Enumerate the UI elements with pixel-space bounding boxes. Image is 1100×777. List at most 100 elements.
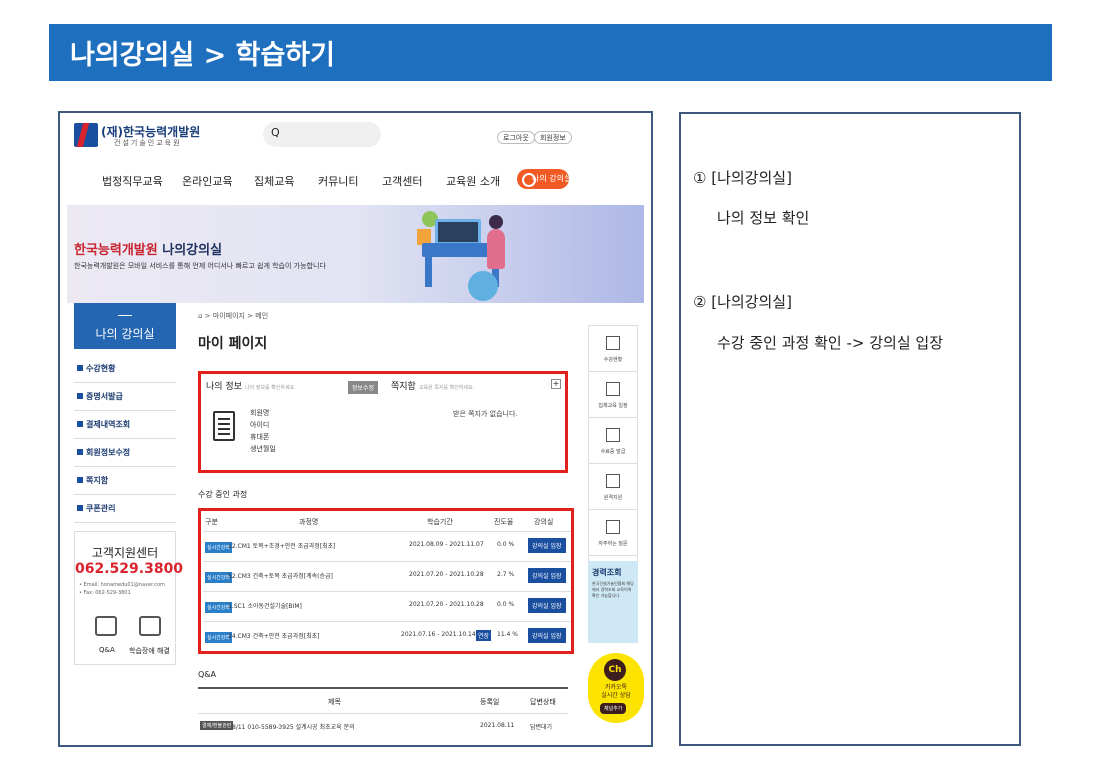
course-period: 2021.07.20 - 2021.10.28 — [409, 571, 484, 578]
my-classroom-button[interactable]: 나의 강의실 — [517, 169, 571, 189]
support-phone: 062.529.3800 — [75, 561, 184, 577]
courses-section-title: 수강 중인 과정 — [198, 490, 248, 499]
course-period: 2021.07.16 - 2021.10.14 — [401, 631, 476, 638]
qa-table-header: 제목 등록일 답변상태 — [198, 687, 568, 706]
chair-illustration — [468, 271, 498, 301]
enter-classroom-button[interactable]: 강의실 입장 — [528, 538, 566, 553]
sidebar-item-member-edit[interactable]: 회원정보수정 — [74, 439, 176, 467]
info-row-name: 회원명 — [250, 409, 270, 417]
course-progress: 2.7 % — [497, 571, 515, 578]
qa-col-status: 답변상태 — [530, 698, 556, 706]
promo-text: 한국건설기술인협회 해당에서 경력조회 교육이력 확인 가능합니다. — [592, 581, 634, 598]
messages-more-button[interactable]: + — [551, 379, 561, 389]
person-illustration — [487, 229, 505, 269]
info-row-birth: 생년월일 — [250, 445, 276, 453]
info-row-phone: 휴대폰 — [250, 433, 270, 441]
qa-link[interactable]: Q&A — [99, 646, 115, 654]
document-icon — [213, 411, 235, 441]
kakao-channel-icon: Ch — [604, 659, 626, 681]
col-course: 과정명 — [299, 518, 319, 526]
support-email: • Email: honamedu01@naver.com — [79, 582, 165, 588]
qa-date: 2021.08.11 — [480, 722, 515, 729]
hero-subtitle: 한국능력개발원은 모바일 서비스를 통해 언제 어디서나 빠르고 쉽게 학습이 … — [74, 262, 326, 270]
quick-faq[interactable]: 자주하는 질문 — [589, 510, 637, 556]
col-progress: 진도율 — [494, 518, 514, 526]
enter-classroom-button[interactable]: 강의실 입장 — [528, 598, 566, 613]
menu-legal-training[interactable]: 법정직무교육 — [102, 173, 163, 189]
col-period: 학습기간 — [427, 518, 453, 526]
kakao-chat-button[interactable]: Ch 카카오톡 실시간 상담 채널추가 — [588, 653, 644, 723]
qa-subject[interactable]: 8/11 010-5589-3925 설계시공 최초교육 문의 — [232, 722, 355, 731]
building-icon — [606, 474, 620, 488]
quick-schedule[interactable]: 집체교육 일정 — [589, 372, 637, 418]
logout-button[interactable]: 로그아웃 — [497, 131, 535, 144]
note-2-detail: 수강 중인 과정 확인 -> 강의실 입장 — [717, 334, 943, 352]
menu-customer-center[interactable]: 고객센터 — [382, 173, 422, 189]
course-name[interactable]: 52.CM3 건축+토목 초급과정[계속(승급] — [228, 571, 333, 580]
logo-subtitle: 건설기술인교육원 — [114, 139, 182, 147]
course-name[interactable]: 1.SC1 소아동건설기술[BIM] — [228, 601, 302, 610]
sidebar-item-payment[interactable]: 결제내역조회 — [74, 411, 176, 439]
extend-badge[interactable]: 연장 — [476, 630, 492, 641]
list-icon — [606, 336, 620, 350]
qa-col-subject: 제목 — [328, 698, 341, 706]
menu-online-education[interactable]: 온라인교육 — [182, 173, 233, 189]
quick-certificate[interactable]: 수료증 발급 — [589, 418, 637, 464]
quick-remote[interactable]: 원격지원 — [589, 464, 637, 510]
menu-about[interactable]: 교육원 소개 — [446, 173, 500, 189]
note-1-detail: 나의 정보 확인 — [717, 209, 810, 227]
quick-enrollment[interactable]: 수강현황 — [589, 326, 637, 372]
page-title: 마이 페이지 — [198, 336, 268, 352]
remote-support-icon[interactable] — [139, 616, 161, 636]
course-row: 실시간강좌 52.CM3 건축+토목 초급과정[계속(승급] 2021.07.2… — [203, 561, 571, 591]
sidebar-item-certificate[interactable]: 증명서발급 — [74, 383, 176, 411]
hero-banner: 한국능력개발원 나의강의실 한국능력개발원은 모바일 서비스를 통해 언제 어디… — [67, 205, 644, 303]
kakao-text: 카카오톡 실시간 상담 — [601, 684, 631, 699]
courses-panel: 구분 과정명 학습기간 진도율 강의실 실시간강좌 12.CM1 토목+조경+안… — [198, 508, 574, 654]
printer-icon — [606, 428, 620, 442]
qa-icon[interactable] — [95, 616, 117, 636]
edit-info-button[interactable]: 정보수정 — [347, 381, 378, 394]
course-name[interactable]: 12.CM1 토목+조경+안전 초급과정[최초] — [228, 541, 336, 550]
course-row: 실시간강좌 12.CM1 토목+조경+안전 초급과정[최초] 2021.08.0… — [203, 531, 571, 561]
menu-community[interactable]: 커뮤니티 — [318, 173, 358, 189]
search-input[interactable]: Q — [263, 122, 381, 147]
person-head-illustration — [489, 215, 503, 229]
search-icon: Q — [271, 126, 280, 139]
remote-support-link[interactable]: 학습장애 해결 — [129, 646, 170, 656]
desk-leg — [425, 255, 432, 287]
sidebar-menu: 수강현황 증명서발급 결제내역조회 회원정보수정 쪽지함 쿠폰관리 — [74, 355, 176, 523]
enter-classroom-button[interactable]: 강의실 입장 — [528, 568, 566, 583]
sidebar-item-enrollment[interactable]: 수강현황 — [74, 355, 176, 383]
qa-section-title: Q&A — [198, 670, 217, 679]
breadcrumb: ⌂ > 마이페이지 > 메인 — [198, 312, 269, 320]
slide-title: 나의강의실 > 학습하기 — [49, 24, 1052, 81]
calendar-icon — [606, 382, 620, 396]
qa-row[interactable]: 결제/환불관련 8/11 010-5589-3925 설계시공 최초교육 문의 … — [198, 713, 568, 739]
faq-icon — [606, 520, 620, 534]
member-info-button[interactable]: 회원정보 — [534, 131, 572, 144]
logo-icon[interactable] — [74, 123, 98, 147]
sidebar-item-messages[interactable]: 쪽지함 — [74, 467, 176, 495]
qa-category: 결제/환불관련 — [200, 721, 234, 730]
course-name[interactable]: 24.CM3 건축+안전 초급과정[최초] — [228, 631, 319, 640]
course-row: 실시간강좌 1.SC1 소아동건설기술[BIM] 2021.07.20 - 20… — [203, 591, 571, 621]
sidebar-item-coupons[interactable]: 쿠폰관리 — [74, 495, 176, 523]
promo-title: 경력조회 — [592, 568, 622, 577]
career-lookup-banner[interactable]: 경력조회 한국건설기술인협회 해당에서 경력조회 교육이력 확인 가능합니다. — [588, 561, 638, 643]
support-fax: • Fax: 062-529-3801 — [79, 590, 131, 596]
sidebar-title: 나의 강의실 — [74, 303, 176, 349]
enter-classroom-button[interactable]: 강의실 입장 — [528, 628, 566, 643]
course-progress: 11.4 % — [497, 631, 518, 638]
course-period: 2021.07.20 - 2021.10.28 — [409, 601, 484, 608]
col-type: 구분 — [205, 518, 218, 526]
support-center: 고객지원센터 062.529.3800 • Email: honamedu01@… — [74, 531, 184, 665]
col-room: 강의실 — [534, 518, 554, 526]
qa-col-date: 등록일 — [480, 698, 500, 706]
monitor-illustration — [435, 219, 481, 245]
info-row-id: 아이디 — [250, 421, 270, 429]
support-title: 고객지원센터 — [91, 546, 159, 560]
note-1-title: ① [나의강의실] — [693, 169, 792, 187]
menu-group-education[interactable]: 집체교육 — [254, 173, 294, 189]
kakao-add-channel[interactable]: 채널추가 — [600, 703, 627, 714]
